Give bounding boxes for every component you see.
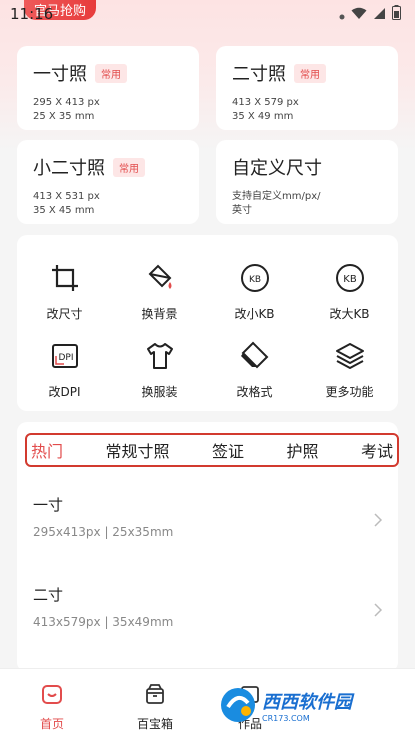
tool-label: 改尺寸 [46,307,83,321]
svg-text:KB: KB [343,274,357,285]
list-item-title: 二寸 [33,586,64,604]
signal-dot-icon [339,5,345,24]
list-item-sub: 295x413px | 25x35mm [33,525,174,539]
tab-hot[interactable]: 热门 [31,438,63,462]
size-card-small-2inch[interactable]: 小二寸照 常用 413 X 531 px 35 X 45 mm [17,140,199,224]
home-icon [41,683,63,709]
size-card-custom[interactable]: 自定义尺寸 支持自定义mm/px/ 英寸 [216,140,398,224]
size-card-desc-2: 英寸 [232,205,252,216]
tool-label: 改格式 [236,385,273,399]
tool-clothes[interactable]: 换服装 [112,329,207,409]
tool-label: 改大KB [329,307,370,321]
tab-regular[interactable]: 常规寸照 [105,438,169,462]
tool-increase-kb[interactable]: KB 改大KB [302,251,397,331]
size-card-mm: 25 X 35 mm [33,111,95,122]
size-card-mm: 35 X 49 mm [232,111,294,122]
tool-label: 更多功能 [325,385,374,399]
watermark-emblem-icon [221,688,255,722]
layers-icon [333,339,367,373]
tool-label: 换背景 [141,307,178,321]
tool-label: 改小KB [234,307,275,321]
battery-icon [392,4,401,24]
size-card-mm: 35 X 45 mm [33,205,95,216]
status-time: 11:16 [10,5,54,23]
size-card-name: 小二寸照 [33,158,105,179]
tool-label: 改DPI [48,385,81,399]
tab-exam[interactable]: 考试 [361,438,393,462]
nav-home[interactable]: 首页 [12,683,92,732]
size-card-2inch[interactable]: 二寸照 常用 413 X 579 px 35 X 49 mm [216,46,398,130]
tool-dpi[interactable]: DPI 改DPI [17,329,112,409]
size-card-px: 413 X 579 px [232,97,299,108]
size-list-panel: 热门 常规寸照 签证 护照 考试 一寸 295x413px | 25x35mm … [17,422,399,672]
size-card-px: 295 X 413 px [33,97,100,108]
wifi-icon [351,5,367,24]
common-tag: 常用 [113,157,145,177]
size-card-1inch[interactable]: 一寸照 常用 295 X 413 px 25 X 35 mm [17,46,199,130]
crop-icon [48,261,82,295]
eraser-icon [238,339,272,373]
size-card-desc: 支持自定义mm/px/ [232,191,321,202]
chevron-right-icon [373,512,383,532]
shirt-icon [143,339,177,373]
list-item-sub: 413x579px | 35x49mm [33,615,174,629]
list-item[interactable]: 二寸 413x579px | 35x49mm [33,584,383,644]
size-card-px: 413 X 531 px [33,191,100,202]
chevron-right-icon [373,602,383,622]
svg-text:KB: KB [248,275,260,285]
paint-bucket-icon [143,261,177,295]
nav-label: 首页 [39,717,64,731]
common-tag: 常用 [95,63,127,83]
status-bar: 11:16 官马抢购 [0,0,415,28]
kb-small-icon: KB [238,261,272,295]
watermark-url: CR173.COM [262,713,310,723]
watermark-text: 西西软件园 [262,691,352,713]
size-card-name: 一寸照 [33,64,87,85]
cell-signal-icon [373,5,386,24]
tab-passport[interactable]: 护照 [286,438,318,462]
size-card-name: 二寸照 [232,64,286,85]
tools-grid: 改尺寸 换背景 KB 改小KB KB 改大KB DPI 改DPI 换服装 改格式 [17,235,398,411]
nav-label: 百宝箱 [136,717,173,731]
tool-resize[interactable]: 改尺寸 [17,251,112,331]
size-card-name: 自定义尺寸 [232,158,322,179]
kb-large-icon: KB [333,261,367,295]
tool-more[interactable]: 更多功能 [302,329,397,409]
tool-label: 换服装 [141,385,178,399]
dpi-icon: DPI [48,339,82,373]
list-item[interactable]: 一寸 295x413px | 25x35mm [33,494,383,554]
tool-background[interactable]: 换背景 [112,251,207,331]
watermark-logo: 西西软件园 CR173.COM [218,680,393,730]
common-tag: 常用 [294,63,326,83]
tool-reduce-kb[interactable]: KB 改小KB [207,251,302,331]
list-item-title: 一寸 [33,496,64,514]
nav-toolbox[interactable]: 百宝箱 [115,683,195,732]
tool-format[interactable]: 改格式 [207,329,302,409]
svg-text:DPI: DPI [58,353,73,363]
status-icons [339,4,401,24]
tab-visa[interactable]: 签证 [212,438,244,462]
box-icon [144,683,166,709]
category-tabs: 热门 常规寸照 签证 护照 考试 [25,433,399,467]
